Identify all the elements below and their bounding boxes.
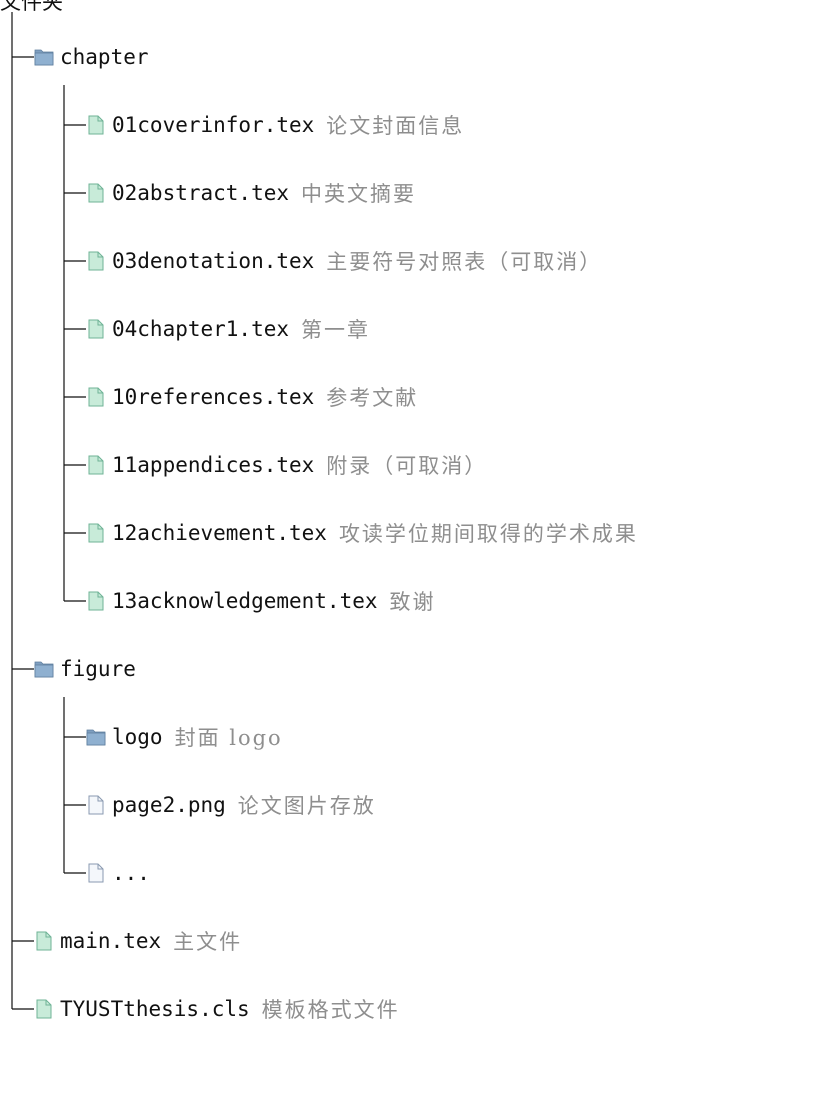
folder-icon	[34, 661, 54, 678]
item-name: 03denotation.tex	[112, 249, 315, 273]
tree-file[interactable]: 02abstract.tex 中英文摘要	[86, 178, 416, 208]
item-description: 主要符号对照表（可取消）	[326, 250, 603, 274]
tree-folder[interactable]: logo 封面 logo	[86, 722, 283, 752]
item-description: 中英文摘要	[301, 182, 417, 206]
item-name: 13acknowledgement.tex	[112, 589, 378, 613]
item-name: page2.png	[112, 793, 226, 817]
tree-file[interactable]: 13acknowledgement.tex 致谢	[86, 586, 436, 616]
tree-file[interactable]: 10references.tex 参考文献	[86, 382, 418, 412]
tree-folder[interactable]: figure	[34, 654, 136, 684]
folder-icon	[34, 49, 54, 66]
file-tree: 文件夹 chapter 01coverinfor.tex 论文封面信息 02abstr…	[0, 0, 840, 1093]
tex-file-icon	[88, 183, 104, 203]
item-name: 12achievement.tex	[112, 521, 327, 545]
tree-file[interactable]: TYUSTthesis.cls 模板格式文件	[34, 994, 400, 1024]
tree-folder[interactable]: chapter	[34, 42, 149, 72]
tex-file-icon	[88, 455, 104, 475]
file-icon	[88, 795, 104, 815]
item-name: 02abstract.tex	[112, 181, 290, 205]
tex-file-icon	[36, 999, 52, 1019]
item-name: 11appendices.tex	[112, 453, 315, 477]
tree-file[interactable]: 12achievement.tex 攻读学位期间取得的学术成果	[86, 518, 638, 548]
item-name: 04chapter1.tex	[112, 317, 290, 341]
tree-file[interactable]: 11appendices.tex 附录（可取消）	[86, 450, 487, 480]
item-description: 第一章	[301, 318, 371, 342]
tree-file[interactable]: ...	[86, 858, 150, 888]
folder-icon	[86, 729, 106, 746]
item-description: 模板格式文件	[261, 998, 400, 1022]
tex-file-icon	[88, 319, 104, 339]
item-name: TYUSTthesis.cls	[60, 997, 250, 1021]
tex-file-icon	[88, 115, 104, 135]
file-icon	[88, 863, 104, 883]
tree-file[interactable]: 03denotation.tex 主要符号对照表（可取消）	[86, 246, 602, 276]
item-description: 论文封面信息	[326, 114, 465, 138]
tex-file-icon	[36, 931, 52, 951]
tree-file[interactable]: main.tex 主文件	[34, 926, 242, 956]
item-name: figure	[60, 657, 136, 681]
item-name: main.tex	[60, 929, 162, 953]
item-name: 10references.tex	[112, 385, 315, 409]
item-name: ...	[112, 861, 150, 885]
item-description: 论文图片存放	[237, 794, 376, 818]
item-name: logo	[112, 725, 163, 749]
tex-file-icon	[88, 387, 104, 407]
item-description: 致谢	[389, 590, 436, 614]
tex-file-icon	[88, 251, 104, 271]
tex-file-icon	[88, 523, 104, 543]
item-name: chapter	[60, 45, 149, 69]
item-description: 封面 logo	[174, 726, 283, 750]
item-description: 附录（可取消）	[326, 454, 488, 478]
item-name: 01coverinfor.tex	[112, 113, 315, 137]
item-description: 主文件	[173, 930, 243, 954]
tree-file[interactable]: 01coverinfor.tex 论文封面信息	[86, 110, 464, 140]
item-description: 参考文献	[326, 386, 419, 410]
tree-file[interactable]: 04chapter1.tex 第一章	[86, 314, 370, 344]
item-description: 攻读学位期间取得的学术成果	[338, 522, 638, 546]
tree-file[interactable]: page2.png 论文图片存放	[86, 790, 376, 820]
tex-file-icon	[88, 591, 104, 611]
